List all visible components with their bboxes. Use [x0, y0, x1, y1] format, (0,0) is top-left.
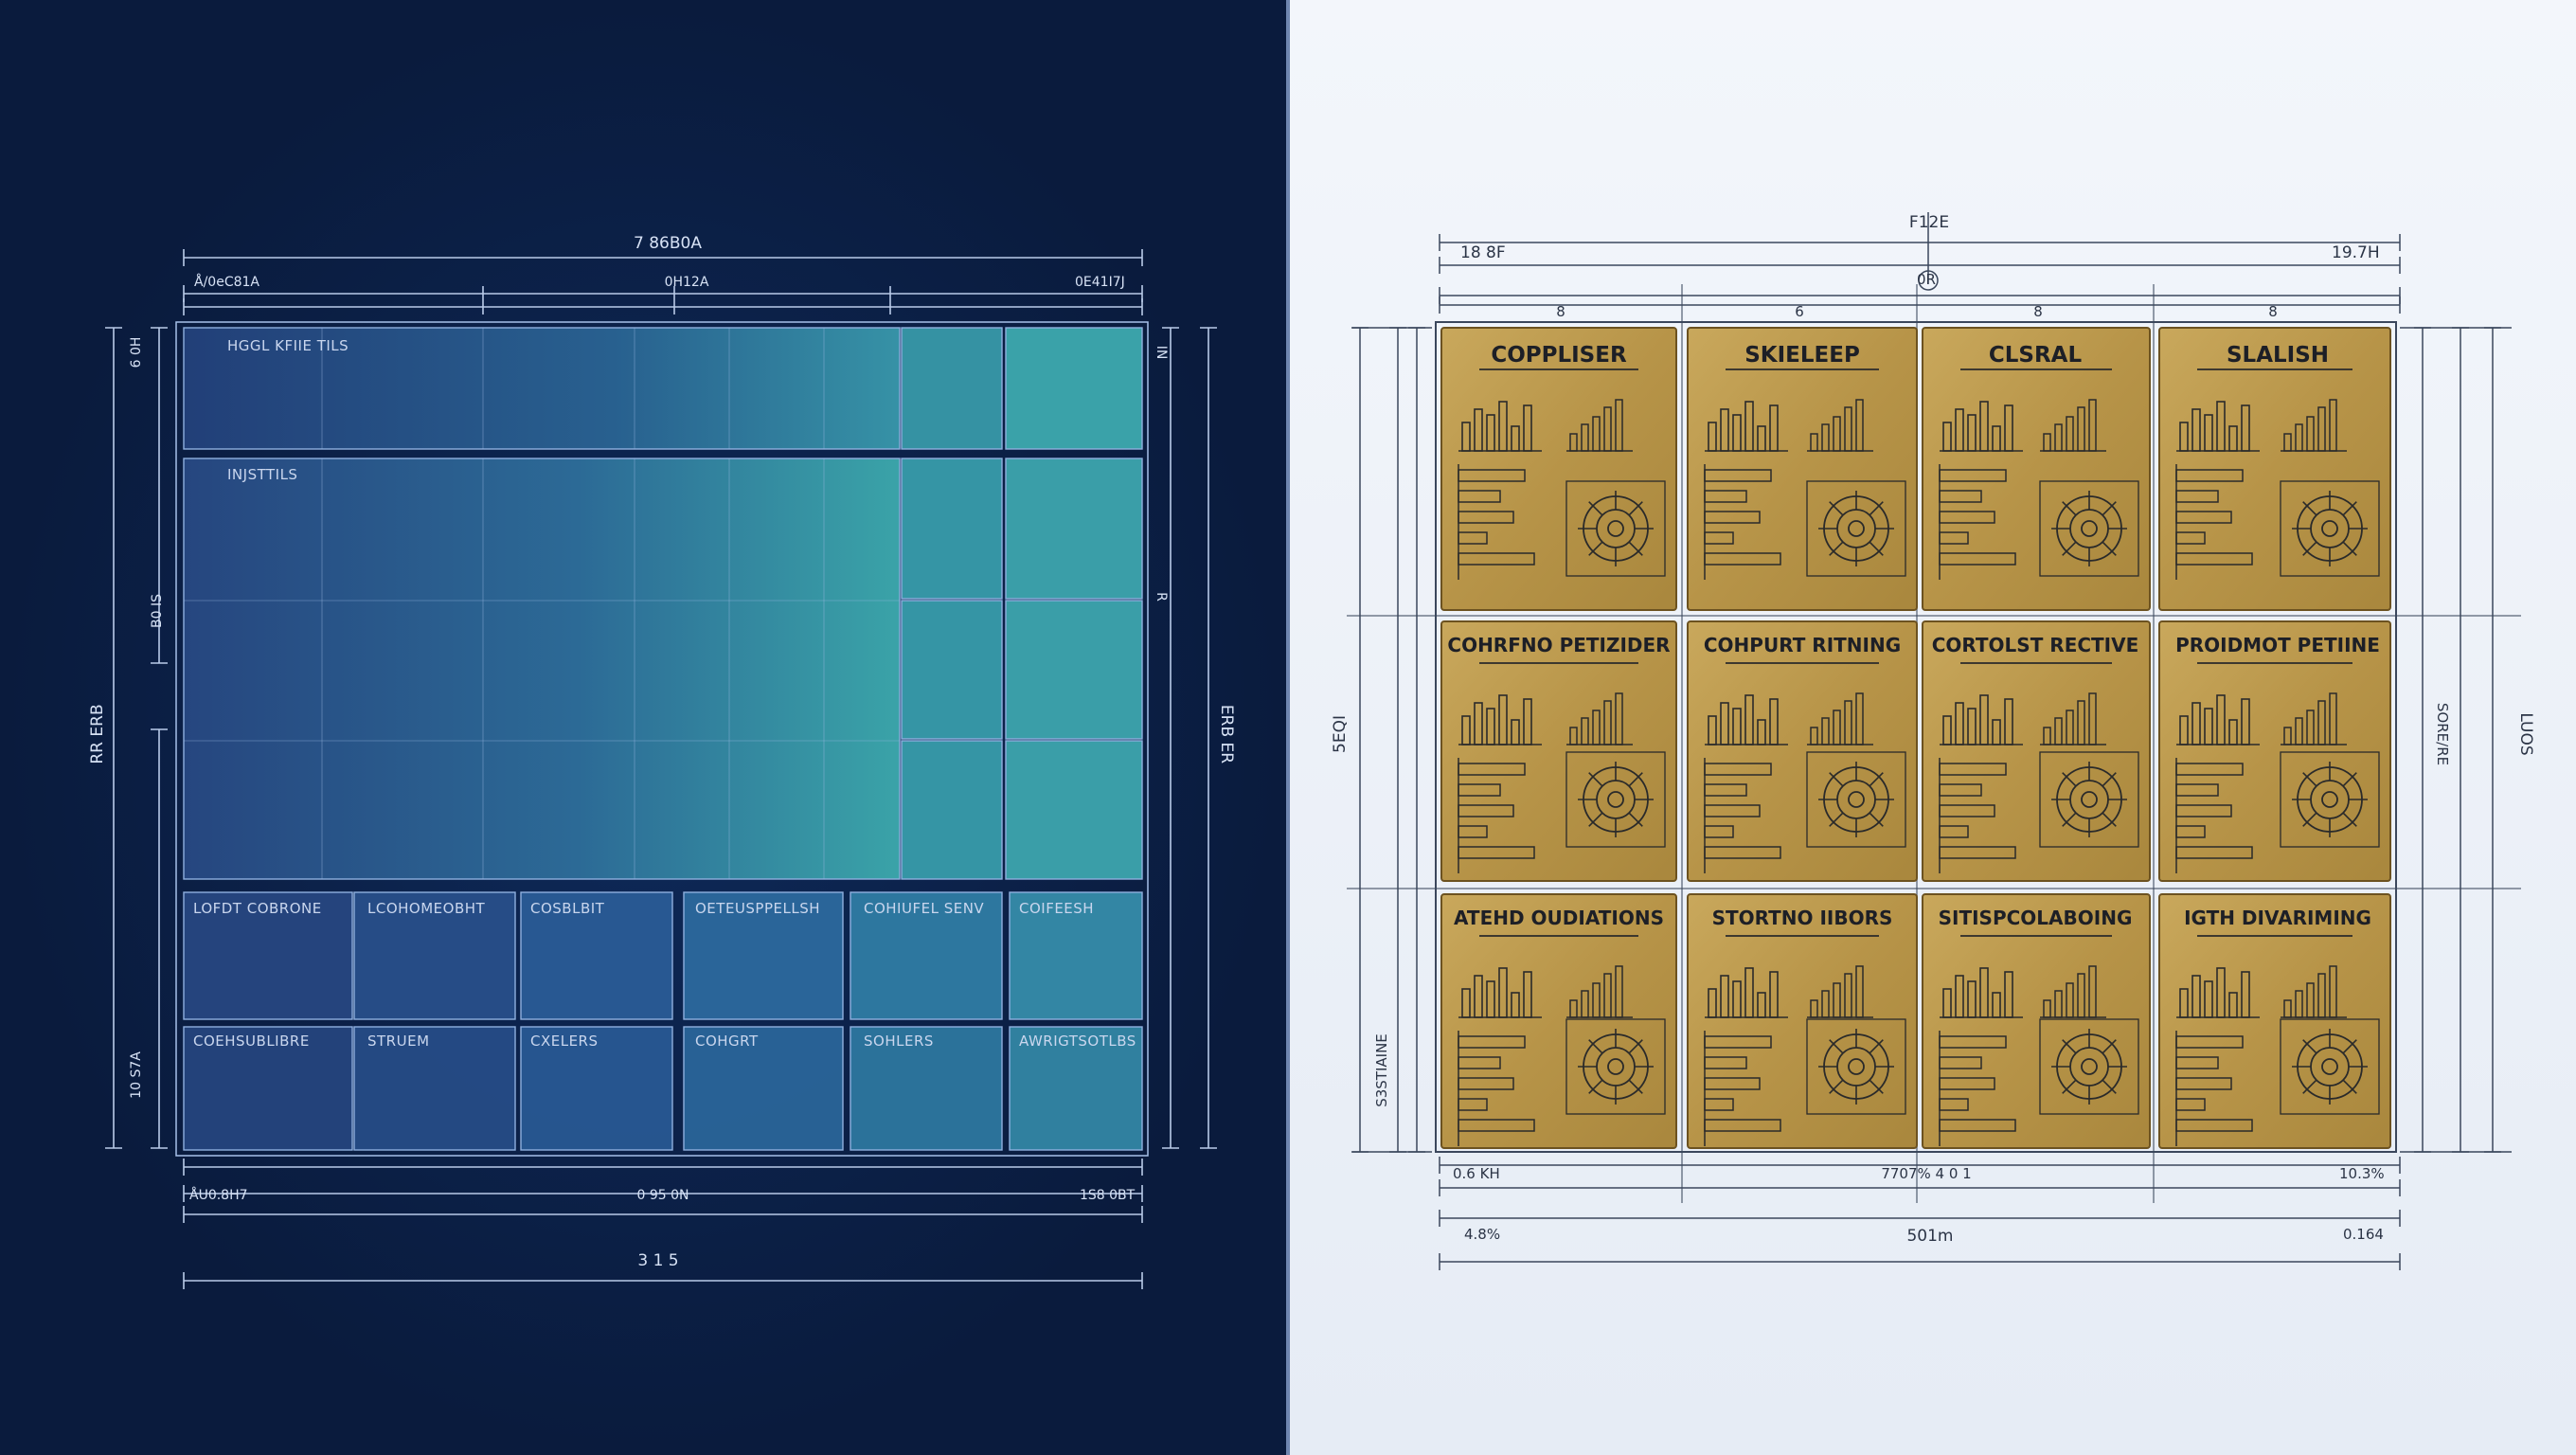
- right-plaque-panel: COPPLISER SKIELEEP CLSRAL SLALISH COHRFN…: [1290, 0, 2576, 1455]
- right-grid-diagram: COPPLISER SKIELEEP CLSRAL SLALISH COHRFN…: [1331, 212, 2535, 1270]
- dim-bottom-total: 3 1 5: [637, 1251, 678, 1270]
- dim-r-col-4: 8: [2268, 303, 2278, 320]
- row1-label-6: COIFEESH: [1019, 900, 1094, 917]
- hero-side-tile: [901, 600, 1003, 740]
- dim-left-inner-mid: B0 IS: [150, 594, 165, 628]
- plaque: [1922, 893, 2151, 1149]
- plaque: [2158, 893, 2391, 1149]
- plaque: [1687, 893, 1918, 1149]
- plaque: [1687, 620, 1918, 882]
- dim-r-top-left: 18 8F: [1460, 243, 1506, 262]
- plaque-grid: [1440, 327, 2391, 1149]
- hero-side-tile: [1005, 600, 1143, 740]
- plaque: [2158, 327, 2391, 611]
- dim-r-col-3: 8: [2033, 303, 2043, 320]
- plaque: [1922, 620, 2151, 882]
- plaque-title-5: COHRFNO PETIZIDER: [1447, 634, 1670, 656]
- hero-side-tile: [901, 740, 1003, 880]
- dim-r-bottom-left: 0.6 KH: [1453, 1165, 1500, 1182]
- plaque: [1440, 893, 1677, 1149]
- dim-bottom-left: ÅU0.8H7: [189, 1187, 248, 1203]
- dim-r-right-outer: LUOS: [2516, 712, 2535, 755]
- dim-top-mid: 0H12A: [665, 275, 709, 290]
- left-grid-diagram: HGGL KFIIE TILS INJSTTILS LOFDT COBRONE …: [88, 234, 1236, 1289]
- row2-label-4: COHGRT: [695, 1033, 759, 1050]
- dim-left-inner-top: 6 0H: [129, 337, 144, 368]
- plaque-bg: [2158, 620, 2391, 882]
- plaque-bg: [1440, 620, 1677, 882]
- left-blueprint-panel: HGGL KFIIE TILS INJSTTILS LOFDT COBRONE …: [0, 0, 1286, 1455]
- plaque-bg: [1922, 620, 2151, 882]
- dim-r-bottom-sub-left: 4.8%: [1464, 1226, 1500, 1243]
- row1-label-1: LOFDT COBRONE: [193, 900, 322, 917]
- hero-tile: [183, 458, 901, 880]
- dim-r-col-1: 8: [1556, 303, 1565, 320]
- hero-label-1: HGGL KFIIE TILS: [227, 337, 349, 354]
- plaque: [2158, 620, 2391, 882]
- dim-bottom-right: 1S8 0BT: [1080, 1188, 1136, 1203]
- plaque-title-6: COHPURT RITNING: [1704, 634, 1901, 656]
- dim-r-bottom-sub-right: 0.164: [2343, 1226, 2384, 1243]
- plaque-title-12: IGTH DIVARIMING: [2184, 907, 2371, 929]
- plaque-bg: [1687, 620, 1918, 882]
- top-band-tile-2: [901, 327, 1003, 450]
- dim-right-inner-mid: R: [1154, 592, 1169, 602]
- plaque-title-10: STORTNO IIBORS: [1712, 907, 1893, 929]
- dim-r-top-right: 19.7H: [2332, 243, 2380, 262]
- plaque-title-7: CORTOLST RECTIVE: [1932, 634, 2139, 656]
- plaque-title-2: SKIELEEP: [1744, 343, 1860, 368]
- row1-label-2: LCOHOMEOBHT: [367, 900, 486, 917]
- row2-label-1: COEHSUBLIBRE: [193, 1033, 310, 1050]
- hero-side-tile: [1005, 740, 1143, 880]
- plaque: [1440, 327, 1677, 611]
- dim-r-top-marker: F12E: [1909, 213, 1949, 232]
- row1-label-5: COHIUFEL SENV: [864, 900, 984, 917]
- dim-bottom-mid: 0 95 0N: [636, 1188, 689, 1203]
- plaque-title-8: PROIDMOT PETIINE: [2175, 634, 2380, 656]
- plaque-title-1: COPPLISER: [1491, 343, 1627, 368]
- hero-side-tile: [901, 458, 1003, 600]
- dim-r-right-inner: SORE/RE: [2434, 703, 2451, 765]
- dim-r-bottom-total: 501m: [1906, 1227, 1953, 1246]
- dim-r-left-inner: S3STIAINE: [1373, 1033, 1390, 1107]
- dim-top-left: Å/0eC81A: [194, 274, 259, 290]
- row2-label-3: CXELERS: [530, 1033, 599, 1050]
- dim-top-total: 7 86B0A: [634, 234, 702, 253]
- plaque: [1922, 327, 2151, 611]
- dim-left-inner-bottom: 10 S7A: [129, 1051, 144, 1099]
- plaque-title-11: SITISPCOLABOING: [1939, 907, 2133, 929]
- dim-r-bottom-right: 10.3%: [2339, 1165, 2385, 1182]
- row2-label-6: AWRIGTSOTLBS: [1019, 1033, 1136, 1050]
- left-tile-grid: [175, 321, 1149, 1157]
- plaque-title-9: ATEHD OUDIATIONS: [1454, 907, 1664, 929]
- plaque: [1440, 620, 1677, 882]
- dim-right-inner-top: IN: [1154, 346, 1169, 360]
- dim-right-outer: ERB ER: [1217, 705, 1236, 763]
- dim-top-right: 0E41I7J: [1075, 275, 1125, 290]
- row2-label-5: SOHLERS: [864, 1033, 934, 1050]
- dim-r-left-outer: 5EQI: [1331, 715, 1350, 753]
- row1-label-3: COSBLBIT: [530, 900, 605, 917]
- row2-label-2: STRUEM: [367, 1033, 430, 1050]
- dim-r-top-center: 0R: [1917, 271, 1936, 288]
- top-band-tile-3: [1005, 327, 1143, 450]
- row1-label-4: OETEUSPPELLSH: [695, 900, 820, 917]
- dim-r-bottom-mid: 7707% 4 0 1: [1881, 1165, 1971, 1182]
- plaque-title-3: CLSRAL: [1989, 343, 2083, 368]
- dim-r-col-2: 6: [1795, 303, 1804, 320]
- plaque-title-4: SLALISH: [2227, 343, 2329, 368]
- hero-side-tile: [1005, 458, 1143, 600]
- plaque: [1687, 327, 1918, 611]
- dim-left-outer: RR ERB: [88, 704, 107, 763]
- hero-label-2: INJSTTILS: [227, 466, 297, 483]
